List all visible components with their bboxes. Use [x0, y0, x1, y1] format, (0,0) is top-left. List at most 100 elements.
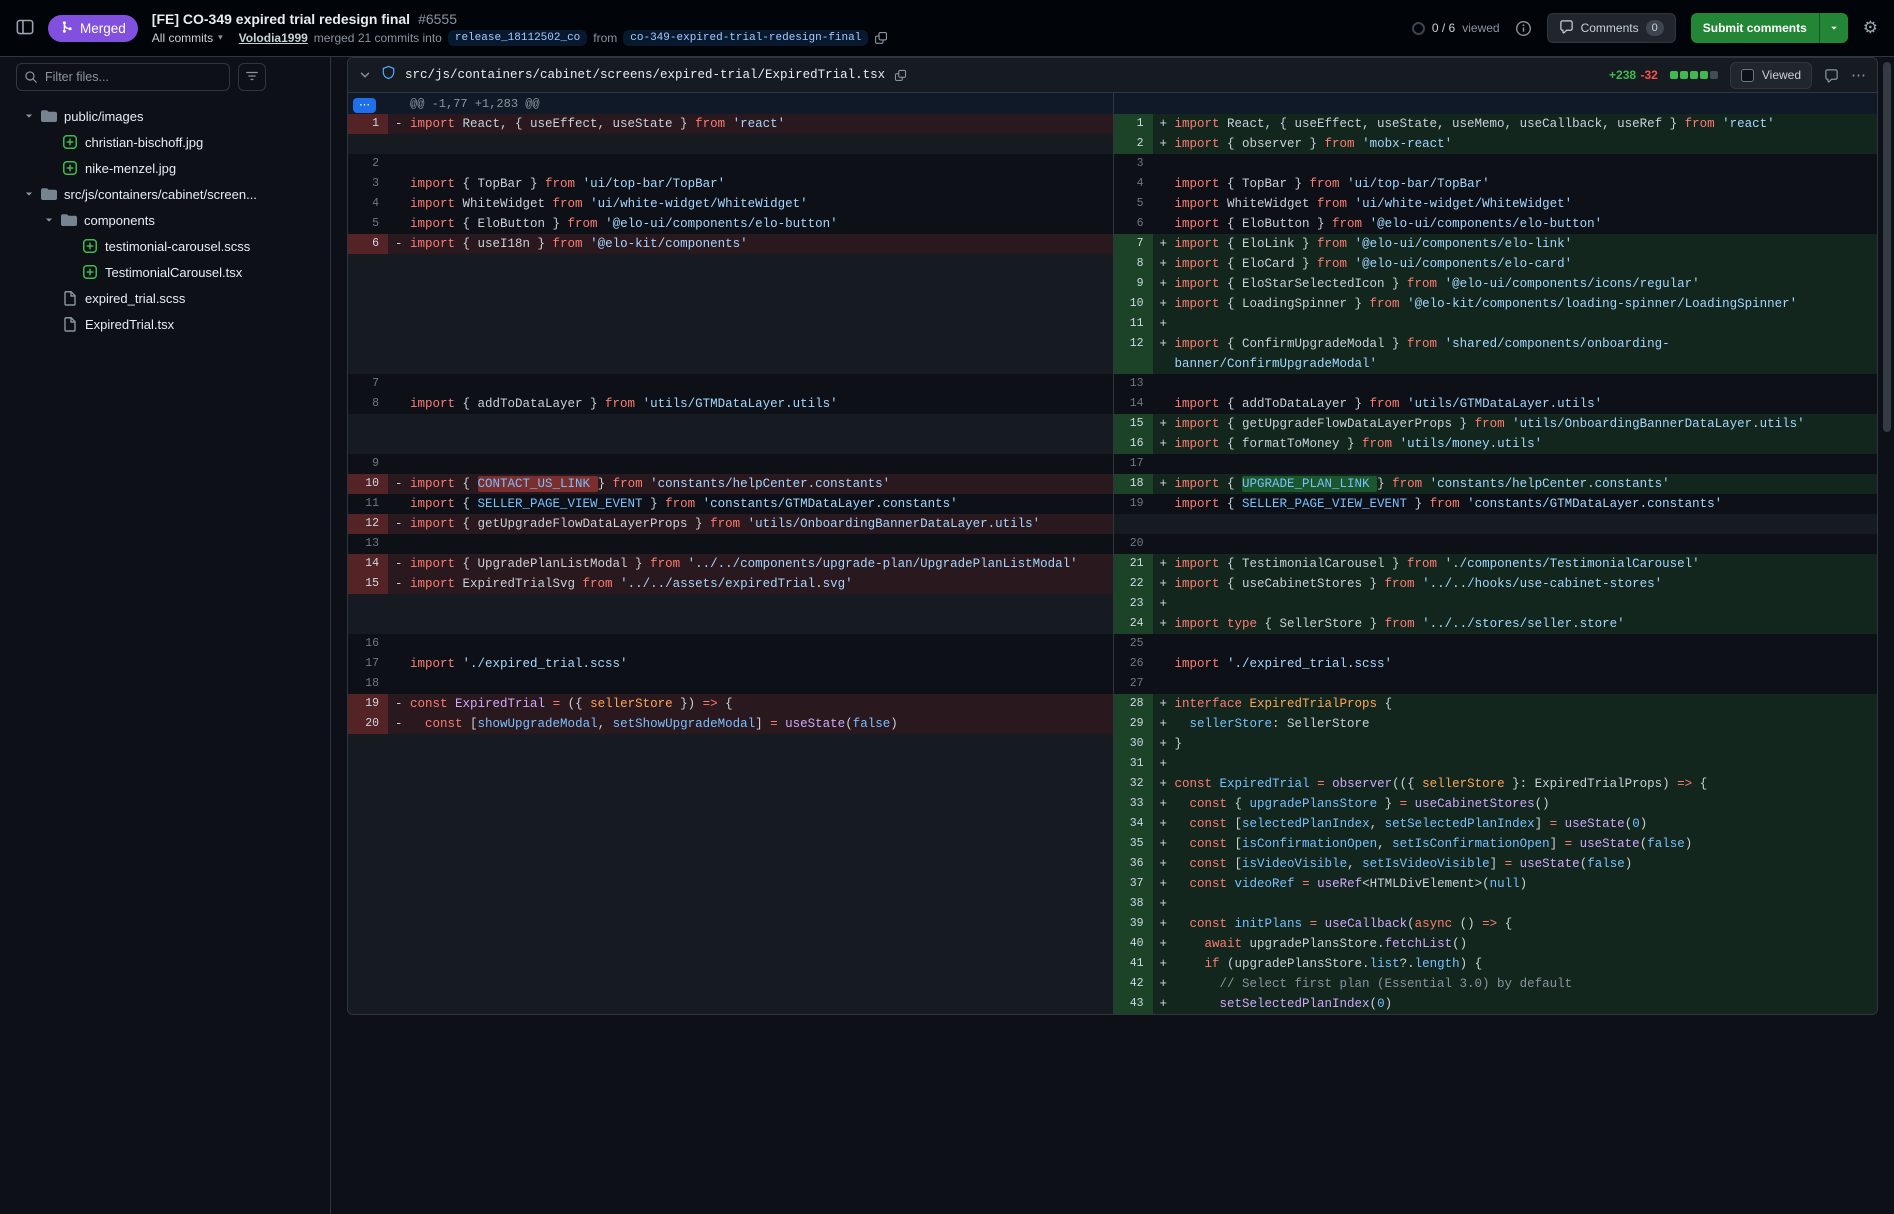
tree-file-item[interactable]: nike-menzel.jpg: [16, 155, 314, 181]
line-number[interactable]: 14: [1113, 394, 1153, 414]
expand-hunk-button[interactable]: ⋯: [353, 98, 376, 113]
line-number[interactable]: 10: [348, 474, 388, 494]
line-number[interactable]: 36: [1113, 854, 1153, 874]
tree-file-item[interactable]: TestimonialCarousel.tsx: [16, 259, 314, 285]
line-number[interactable]: 8: [1113, 254, 1153, 274]
viewed-toggle[interactable]: Viewed: [1730, 62, 1812, 89]
tree-file-item[interactable]: expired_trial.scss: [16, 285, 314, 311]
line-number[interactable]: 39: [1113, 914, 1153, 934]
file-filter-input[interactable]: [16, 63, 230, 91]
info-button[interactable]: [1515, 20, 1532, 37]
tree-folder-item[interactable]: src/js/containers/cabinet/screen...: [16, 181, 314, 207]
line-number[interactable]: 15: [348, 574, 388, 594]
line-number[interactable]: 32: [1113, 774, 1153, 794]
line-number[interactable]: 22: [1113, 574, 1153, 594]
line-number[interactable]: 14: [348, 554, 388, 574]
line-number[interactable]: 29: [1113, 714, 1153, 734]
line-number[interactable]: 20: [1113, 534, 1153, 554]
page-scrollbar-thumb[interactable]: [1883, 62, 1891, 432]
copy-path-button[interactable]: [894, 69, 907, 82]
comments-button[interactable]: Comments 0: [1547, 13, 1676, 43]
line-number[interactable]: 26: [1113, 654, 1153, 674]
line-number[interactable]: 21: [1113, 554, 1153, 574]
line-number[interactable]: 1: [348, 114, 388, 134]
line-number[interactable]: 38: [1113, 894, 1153, 914]
line-number[interactable]: 4: [1113, 174, 1153, 194]
copy-branch-button[interactable]: [874, 31, 888, 45]
tree-file-item[interactable]: testimonial-carousel.scss: [16, 233, 314, 259]
line-number[interactable]: 6: [348, 234, 388, 254]
diff-row: 30+}: [348, 734, 1877, 754]
line-number[interactable]: 11: [1113, 314, 1153, 334]
line-number[interactable]: 24: [1113, 614, 1153, 634]
line-number[interactable]: 1: [1113, 114, 1153, 134]
all-commits-dropdown[interactable]: All commits ▾: [152, 31, 223, 45]
line-number[interactable]: 31: [1113, 754, 1153, 774]
line-number[interactable]: 43: [1113, 994, 1153, 1014]
line-number[interactable]: 33: [1113, 794, 1153, 814]
tree-item-label: public/images: [64, 109, 144, 124]
line-number[interactable]: 23: [1113, 594, 1153, 614]
line-number[interactable]: 15: [1113, 414, 1153, 434]
line-number[interactable]: 18: [348, 674, 388, 694]
base-branch-label[interactable]: release_18112502_co: [448, 30, 587, 46]
line-number[interactable]: 10: [1113, 294, 1153, 314]
sidebar-toggle-button[interactable]: [16, 18, 34, 39]
line-number[interactable]: 25: [1113, 634, 1153, 654]
line-number[interactable]: 9: [1113, 274, 1153, 294]
tree-folder-item[interactable]: components: [16, 207, 314, 233]
line-number[interactable]: 40: [1113, 934, 1153, 954]
line-number[interactable]: 5: [1113, 194, 1153, 214]
diff-row: 42+ // Select first plan (Essential 3.0)…: [348, 974, 1877, 994]
code-line: [1153, 514, 1878, 534]
line-number[interactable]: 13: [348, 534, 388, 554]
tree-file-item[interactable]: ExpiredTrial.tsx: [16, 311, 314, 337]
line-number[interactable]: 17: [348, 654, 388, 674]
line-number[interactable]: 41: [1113, 954, 1153, 974]
settings-gear-button[interactable]: ⚙: [1863, 18, 1878, 38]
line-number[interactable]: 3: [1113, 154, 1153, 174]
submit-dropdown-caret[interactable]: [1819, 13, 1848, 43]
line-number[interactable]: 16: [1113, 434, 1153, 454]
file-options-kebab-button[interactable]: ⋯: [1851, 66, 1867, 84]
line-number[interactable]: 42: [1113, 974, 1153, 994]
submit-comments-button[interactable]: Submit comments: [1691, 13, 1848, 43]
head-branch-label[interactable]: co-349-expired-trial-redesign-final: [623, 30, 868, 46]
line-number[interactable]: 7: [1113, 234, 1153, 254]
line-number[interactable]: 28: [1113, 694, 1153, 714]
line-number[interactable]: 7: [348, 374, 388, 394]
file-comment-button[interactable]: [1824, 68, 1839, 83]
tree-file-item[interactable]: christian-bischoff.jpg: [16, 129, 314, 155]
line-number[interactable]: 5: [348, 214, 388, 234]
line-number[interactable]: 37: [1113, 874, 1153, 894]
line-number[interactable]: 35: [1113, 834, 1153, 854]
line-number[interactable]: 11: [348, 494, 388, 514]
line-number[interactable]: 6: [1113, 214, 1153, 234]
line-number[interactable]: 18: [1113, 474, 1153, 494]
line-number[interactable]: 4: [348, 194, 388, 214]
filter-options-button[interactable]: [238, 63, 266, 91]
line-number[interactable]: 17: [1113, 454, 1153, 474]
tree-folder-item[interactable]: public/images: [16, 103, 314, 129]
diffstat-block: [1670, 71, 1678, 79]
diffstat-blocks: [1670, 71, 1718, 79]
line-number[interactable]: 34: [1113, 814, 1153, 834]
line-number[interactable]: 20: [348, 714, 388, 734]
line-number[interactable]: 9: [348, 454, 388, 474]
line-number[interactable]: 13: [1113, 374, 1153, 394]
viewed-checkbox[interactable]: [1741, 69, 1754, 82]
line-number[interactable]: 12: [348, 514, 388, 534]
line-number[interactable]: 27: [1113, 674, 1153, 694]
diff-sign: +: [1160, 434, 1168, 454]
line-number[interactable]: 2: [348, 154, 388, 174]
line-number[interactable]: 30: [1113, 734, 1153, 754]
line-number[interactable]: 12: [1113, 334, 1153, 374]
line-number[interactable]: 16: [348, 634, 388, 654]
author-link[interactable]: Volodia1999: [239, 31, 308, 45]
line-number[interactable]: 8: [348, 394, 388, 414]
line-number[interactable]: 19: [1113, 494, 1153, 514]
line-number[interactable]: 19: [348, 694, 388, 714]
line-number[interactable]: 2: [1113, 134, 1153, 154]
collapse-file-button[interactable]: [358, 68, 372, 82]
line-number[interactable]: 3: [348, 174, 388, 194]
